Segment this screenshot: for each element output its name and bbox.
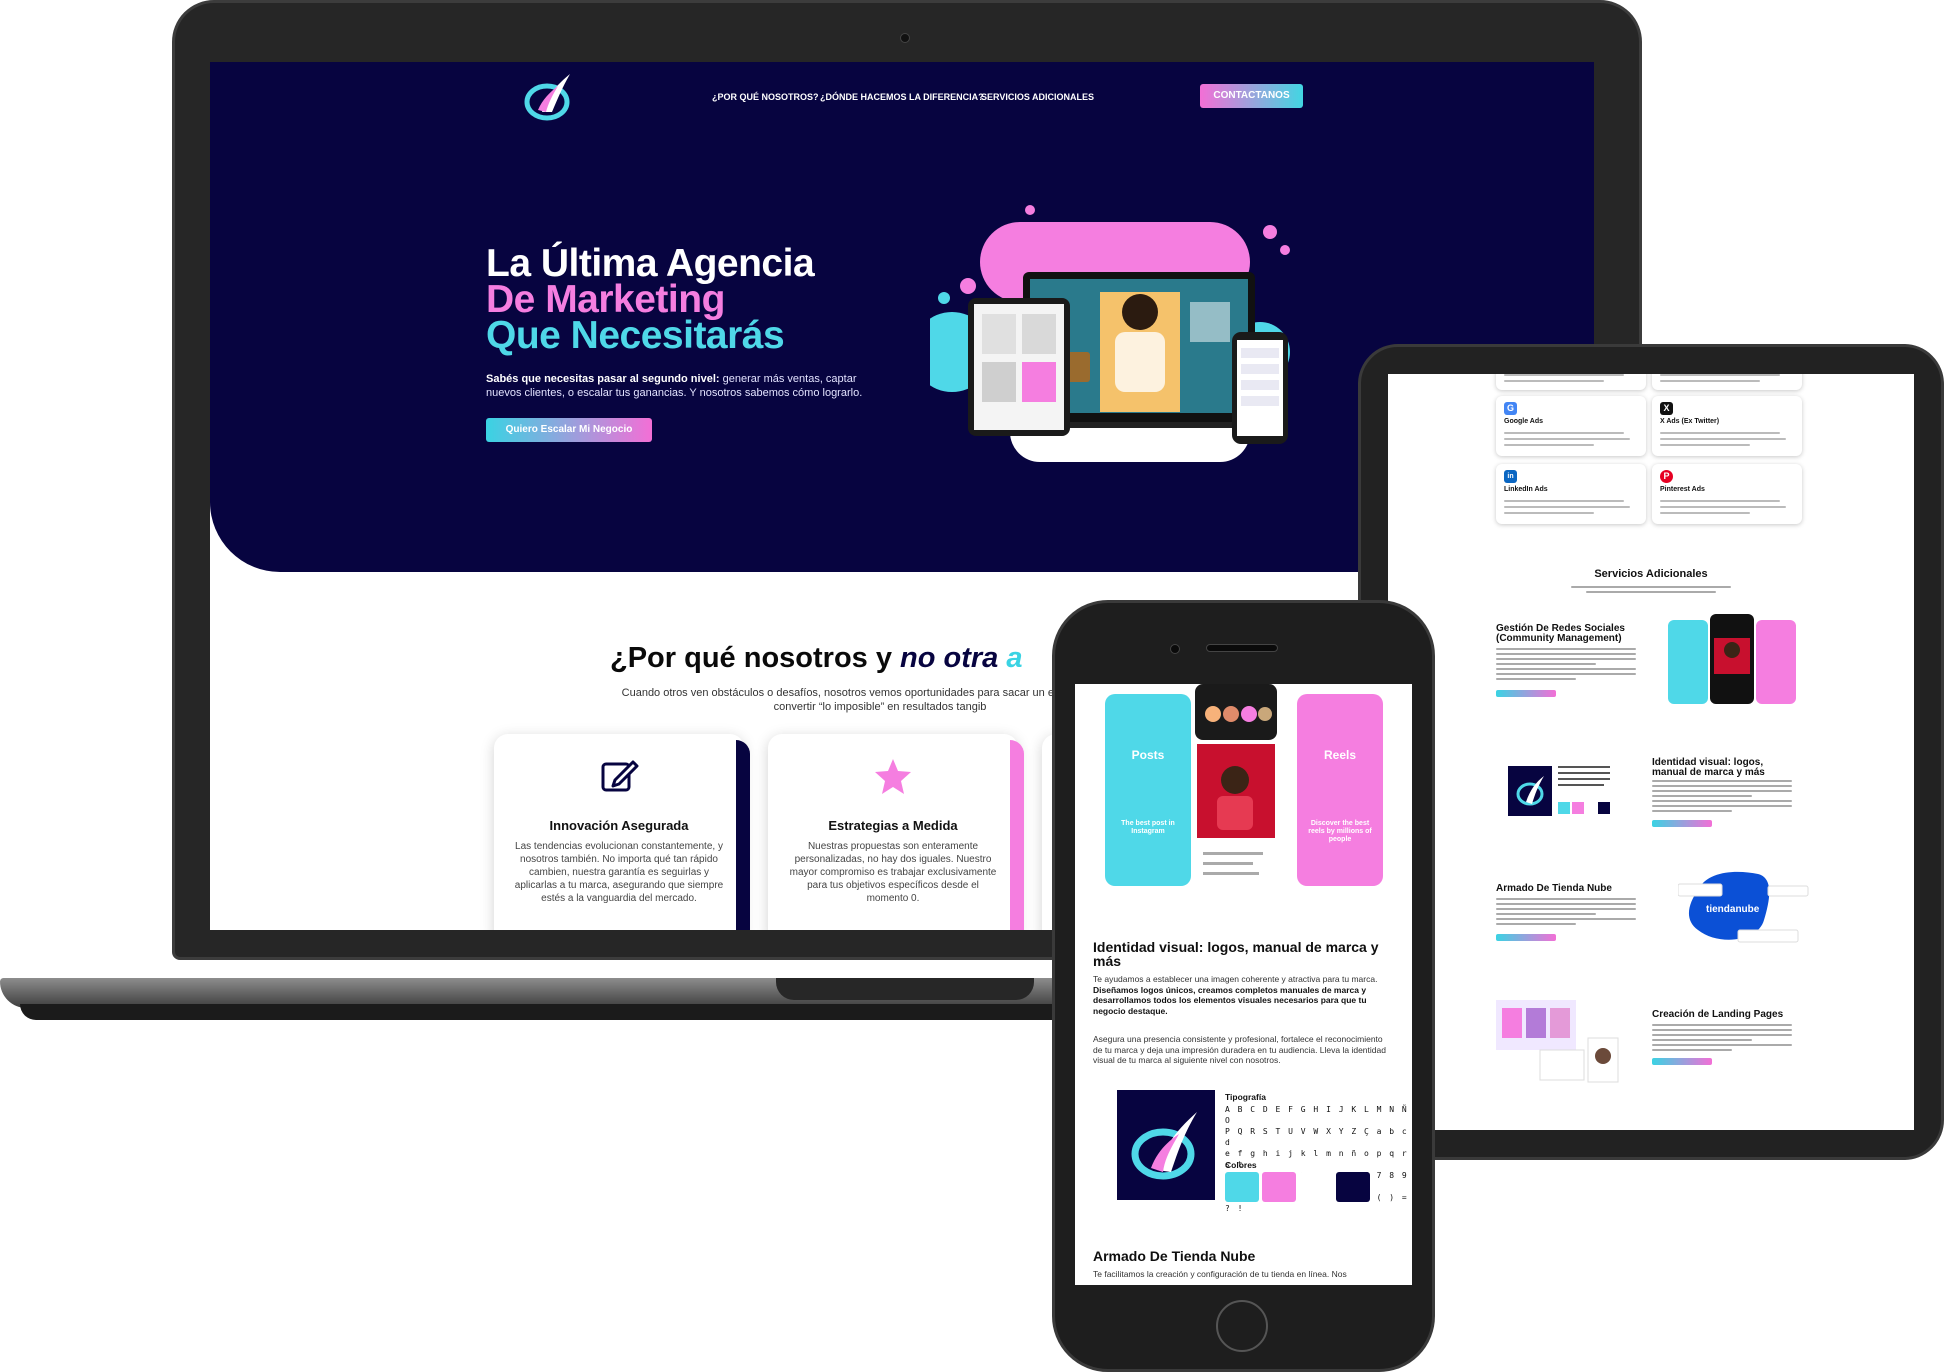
edit-icon — [601, 760, 639, 792]
hero-title: La Última Agencia De Marketing Que Neces… — [486, 242, 815, 357]
service-cta-button[interactable] — [1496, 690, 1556, 697]
store-title: Armado De Tienda Nube — [1093, 1248, 1256, 1264]
nav-link-difference[interactable]: ¿DÓNDE HACEMOS LA DIFERENCIA? — [820, 92, 984, 102]
ad-card-title: LinkedIn Ads — [1504, 486, 1548, 493]
hero-description-bold: Sabés que necesitas pasar al segundo niv… — [486, 373, 720, 385]
glyph-row: P Q R S T U V W X Y Z Ç a b c d — [1225, 1127, 1409, 1147]
colors-label: Colores — [1225, 1160, 1257, 1170]
phone-camera — [1170, 644, 1180, 654]
why-us-title: ¿Por qué nosotros y no otra a — [610, 642, 1023, 675]
hero-title-line-1: La Última Agencia — [486, 242, 815, 285]
service-title-landing: Creación de Landing Pages — [1652, 1009, 1784, 1020]
agency-logo-icon[interactable] — [522, 72, 576, 122]
identity-paragraph-2: Asegura una presencia consistente y prof… — [1093, 1034, 1386, 1065]
tiendanube-logo-text: tiendanube — [1706, 904, 1760, 915]
ad-card-title: X Ads (Ex Twitter) — [1660, 418, 1720, 425]
phone-home-button[interactable] — [1216, 1300, 1268, 1352]
hero-description: Sabés que necesitas pasar al segundo niv… — [486, 372, 886, 400]
feature-card-title: Innovación Asegurada — [549, 818, 689, 833]
service-title-community: Gestión De Redes Sociales (Community Man… — [1496, 623, 1625, 644]
service-title-tiendanube: Armado De Tienda Nube — [1496, 883, 1612, 894]
social-posts-illustration — [1668, 614, 1796, 704]
feature-card-text: Nuestras propuestas son enteramente pers… — [789, 841, 997, 904]
landing-pages-illustration — [1496, 1000, 1619, 1083]
star-icon — [875, 759, 911, 794]
why-us-title-plain: ¿Por qué nosotros y — [610, 642, 901, 674]
feature-card-title: Estrategias a Medida — [828, 818, 958, 833]
color-swatch-white — [1299, 1172, 1333, 1202]
post-card-posts: Posts The best post in Instagram — [1105, 694, 1191, 886]
identity-paragraph-1: Te ayudamos a establecer una imagen cohe… — [1093, 974, 1393, 1016]
social-reel-mockup — [1195, 684, 1277, 888]
feature-card-accent — [736, 740, 750, 930]
identity-paragraph-1-a: Te ayudamos a establecer una imagen cohe… — [1093, 974, 1378, 984]
identity-title: Identidad visual: logos, manual de marca… — [1093, 939, 1379, 969]
phone-speaker — [1206, 644, 1278, 652]
ad-card-title: Pinterest Ads — [1660, 486, 1705, 493]
service-cta-button[interactable] — [1496, 934, 1556, 941]
tablet-screen: G Google Ads X X Ads (Ex Twitter) in Lin… — [1388, 374, 1914, 1130]
feature-card-innovation: Innovación Asegurada Las tendencias evol… — [494, 734, 750, 930]
ad-card-google[interactable]: G Google Ads — [1496, 396, 1646, 456]
glyph-row: A B C D E F G H I J K L M N Ñ O — [1225, 1105, 1409, 1125]
brand-identity-illustration — [1508, 766, 1610, 816]
laptop-camera — [900, 33, 910, 43]
typography-label: Tipografía — [1225, 1092, 1266, 1102]
post-card-subtitle: The best post in Instagram — [1121, 820, 1175, 835]
service-cta-button[interactable] — [1652, 1058, 1712, 1065]
identity-paragraph-1-b: Diseñamos logos únicos, creamos completo… — [1093, 984, 1367, 1016]
store-paragraph: Te facilitamos la creación y configuraci… — [1093, 1269, 1347, 1279]
color-swatch-cyan — [1225, 1172, 1259, 1202]
ad-card-x[interactable]: X X Ads (Ex Twitter) — [1652, 396, 1802, 456]
hero-devices-illustration — [930, 205, 1290, 462]
post-card-title: Posts — [1131, 748, 1165, 762]
service-title-identity: Identidad visual: logos, manual de marca… — [1652, 757, 1765, 778]
hero-title-line-2: De Marketing — [486, 278, 725, 321]
hero-title-line-3: Que Necesitarás — [486, 314, 785, 357]
feature-card-accent — [1010, 740, 1024, 930]
phone-screen: Posts The best post in Instagram Reels D… — [1075, 684, 1412, 1285]
color-swatch-pink — [1262, 1172, 1296, 1202]
ad-card-linkedin[interactable]: in LinkedIn Ads — [1496, 464, 1646, 524]
feature-card-text: Las tendencias evolucionan constantement… — [514, 841, 724, 904]
nav-link-additional-services[interactable]: SERVICIOS ADICIONALES — [981, 92, 1094, 102]
color-swatch-navy — [1336, 1172, 1370, 1202]
ad-card-partial — [1496, 374, 1646, 390]
laptop-trackpad-notch — [776, 978, 1034, 1000]
post-card-title: Reels — [1323, 748, 1357, 762]
service-cta-button[interactable] — [1652, 820, 1712, 827]
ad-card-partial — [1652, 374, 1802, 390]
linkedin-icon: in — [1504, 470, 1517, 483]
nav-link-why-us[interactable]: ¿POR QUÉ NOSOTROS? — [712, 92, 819, 102]
x-icon: X — [1660, 402, 1673, 415]
why-us-title-italic: no otra — [900, 642, 999, 674]
ad-card-title: Google Ads — [1504, 418, 1544, 425]
contact-button[interactable]: CONTACTANOS — [1200, 84, 1303, 108]
google-icon: G — [1504, 402, 1517, 415]
pinterest-icon: P — [1660, 470, 1673, 483]
scale-business-button[interactable]: Quiero Escalar Mi Negocio — [486, 418, 652, 442]
why-us-title-cyan: a — [998, 642, 1023, 674]
additional-services-title: Servicios Adicionales — [1594, 568, 1708, 580]
post-card-reels: Reels Discover the best reels by million… — [1297, 694, 1383, 886]
feature-card-tailored: Estrategias a Medida Nuestras propuestas… — [768, 734, 1024, 930]
ad-card-pinterest[interactable]: P Pinterest Ads — [1652, 464, 1802, 524]
post-card-subtitle: Discover the best reels by millions of p… — [1308, 820, 1372, 843]
brand-logo-icon — [1117, 1090, 1215, 1200]
